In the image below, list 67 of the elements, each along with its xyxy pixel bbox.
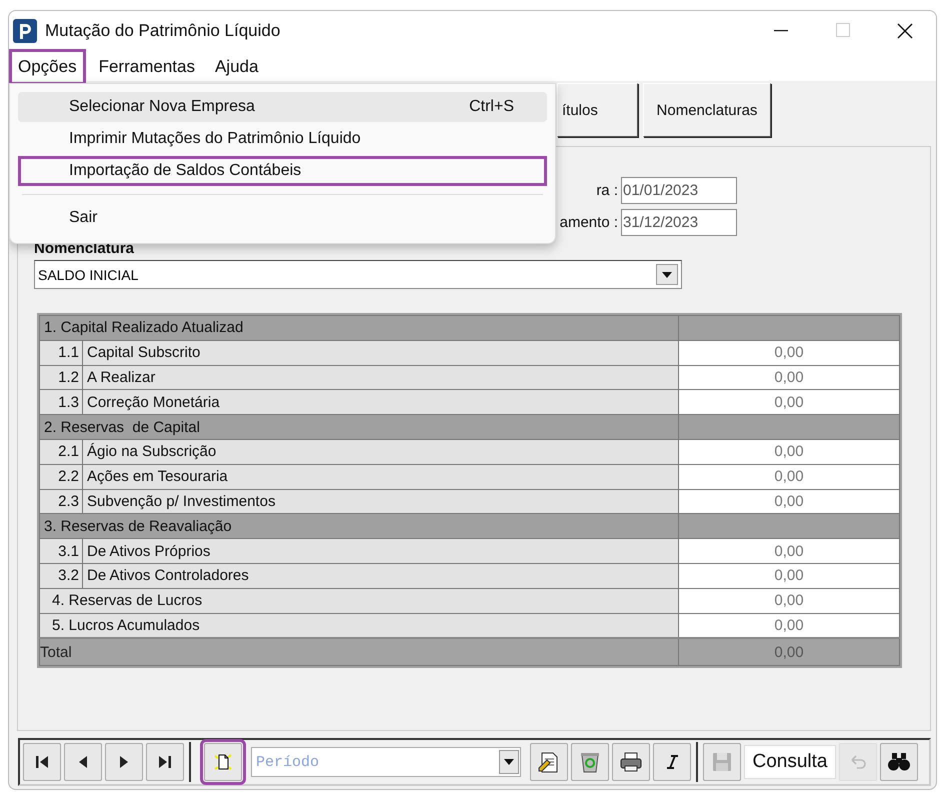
- menu-item[interactable]: Importação de Saldos Contábeis: [18, 156, 547, 186]
- value-cell[interactable]: 0,00: [678, 613, 900, 638]
- recycle-bin-icon: [578, 750, 602, 774]
- row-number: 3.1: [40, 538, 82, 564]
- date-label: amento :: [560, 214, 618, 231]
- row-label: A Realizar: [82, 365, 679, 390]
- app-logo-icon: [13, 19, 37, 43]
- nomenclature-select[interactable]: SALDO INICIAL: [34, 260, 682, 289]
- menu-item[interactable]: Sair: [18, 203, 547, 233]
- date-label: ra :: [596, 182, 618, 199]
- row-label: Capital Subscrito: [82, 340, 679, 366]
- menu-title[interactable]: Ferramentas: [90, 49, 204, 85]
- row-label: Subvenção p/ Investimentos: [82, 489, 679, 514]
- section-heading: 1. Capital Realizado Atualizad: [40, 316, 679, 340]
- date-field[interactable]: 31/12/2023: [621, 209, 737, 236]
- first-button[interactable]: [23, 743, 61, 781]
- value-cell[interactable]: 0,00: [678, 439, 900, 464]
- field-label: Nomenclatura: [34, 240, 136, 257]
- value-cell[interactable]: 0,00: [678, 390, 900, 415]
- printer-icon: [619, 750, 643, 774]
- row-number: 1.3: [40, 390, 82, 415]
- value-cell[interactable]: 0,00: [678, 489, 900, 514]
- value-cell[interactable]: 0,00: [678, 464, 900, 490]
- row-label: De Ativos Controladores: [82, 563, 679, 588]
- menu-item[interactable]: Selecionar Nova Empresa Ctrl+S: [18, 92, 547, 122]
- mode-field: Consulta: [744, 745, 836, 779]
- date-field[interactable]: 01/01/2023: [621, 177, 737, 204]
- row-number: 1.2: [40, 365, 82, 390]
- window-title: Mutação do Patrimônio Líquido: [45, 21, 280, 41]
- section-heading: 2. Reservas de Capital: [40, 414, 679, 440]
- last-icon: [157, 754, 173, 770]
- first-icon: [34, 754, 50, 770]
- row-number: 1.1: [40, 340, 82, 366]
- section-heading: 3. Reservas de Reavaliação: [40, 514, 679, 539]
- row-label: Ágio na Subscrição: [82, 439, 679, 464]
- close-icon[interactable]: [897, 23, 913, 39]
- row-number: 2.1: [40, 439, 82, 464]
- delete-button[interactable]: [571, 743, 609, 781]
- total-label: Total: [40, 638, 679, 666]
- row-label: Correção Monetária: [82, 390, 679, 415]
- value-cell[interactable]: 0,00: [678, 340, 900, 366]
- nomenclatures-button[interactable]: Nomenclaturas: [643, 83, 771, 137]
- menu-title[interactable]: Ajuda: [206, 49, 268, 85]
- row-number: 2.3: [40, 489, 82, 514]
- next-button[interactable]: [105, 743, 143, 781]
- print-button[interactable]: [612, 743, 650, 781]
- value-cell[interactable]: 0,00: [678, 563, 900, 588]
- value-cell[interactable]: 0,00: [678, 588, 900, 614]
- row-number: 3.2: [40, 563, 82, 588]
- titles-button[interactable]: ítulos: [557, 83, 638, 137]
- value-cell[interactable]: 0,00: [678, 365, 900, 390]
- row-label: De Ativos Próprios: [82, 538, 679, 564]
- value-cell[interactable]: 0,00: [678, 538, 900, 564]
- row-label: 5. Lucros Acumulados: [40, 613, 679, 638]
- edit-button[interactable]: [530, 743, 568, 781]
- new-document-icon: [213, 752, 233, 772]
- row-label: 4. Reservas de Lucros: [40, 588, 679, 614]
- find-button[interactable]: [880, 743, 918, 781]
- last-button[interactable]: [146, 743, 184, 781]
- previous-button[interactable]: [64, 743, 102, 781]
- binoculars-icon: [887, 752, 911, 772]
- total-value: 0,00: [678, 638, 900, 666]
- dropdown-arrow-icon: [662, 272, 672, 278]
- menu-item[interactable]: Imprimir Mutações do Patrimônio Líquido: [18, 124, 547, 154]
- italic-button[interactable]: [653, 743, 691, 781]
- row-number: 2.2: [40, 464, 82, 490]
- row-label: Ações em Tesouraria: [82, 464, 679, 490]
